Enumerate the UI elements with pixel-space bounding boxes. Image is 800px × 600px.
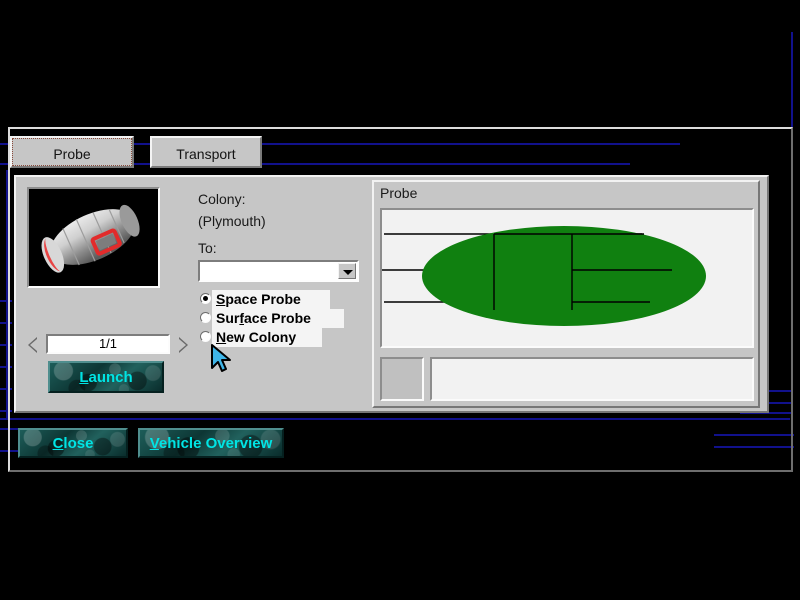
tab-probe[interactable]: Probe [10, 136, 134, 168]
vehicle-overview-button[interactable]: Vehicle Overview [138, 428, 284, 458]
probe-component-strip [380, 357, 754, 401]
probe-slot-box[interactable] [380, 357, 424, 401]
tab-transport[interactable]: Transport [150, 136, 262, 168]
record-pager: 1/1 [28, 334, 188, 356]
colony-value: (Plymouth) [198, 213, 266, 229]
triangle-right-icon[interactable] [179, 337, 188, 353]
destination-combo[interactable] [198, 260, 359, 282]
chevron-down-icon[interactable] [338, 263, 356, 279]
radio-space-probe[interactable] [200, 293, 211, 304]
radio-label-new-colony: New Colony [216, 328, 296, 347]
screen-root: Probe Transport [0, 0, 800, 600]
probe-group-title: Probe [380, 185, 417, 201]
launch-button[interactable]: Launch [48, 361, 164, 393]
colony-label: Colony: [198, 191, 245, 207]
probe-capsule-render [29, 189, 158, 286]
triangle-left-icon[interactable] [28, 337, 37, 353]
close-button[interactable]: Close [18, 428, 128, 458]
pager-value[interactable]: 1/1 [46, 334, 170, 354]
probe-detail-list[interactable] [430, 357, 754, 401]
radio-label-space-probe: Space Probe [216, 290, 301, 309]
probe-thumbnail-frame [27, 187, 160, 288]
probe-schematic [382, 210, 752, 346]
radio-surface-probe[interactable] [200, 312, 211, 323]
destination-label: To: [198, 240, 217, 256]
radio-label-surface-probe: Surface Probe [216, 309, 311, 328]
probe-group-box: Probe [372, 180, 760, 408]
radio-new-colony[interactable] [200, 331, 211, 342]
probe-schematic-view [380, 208, 754, 348]
